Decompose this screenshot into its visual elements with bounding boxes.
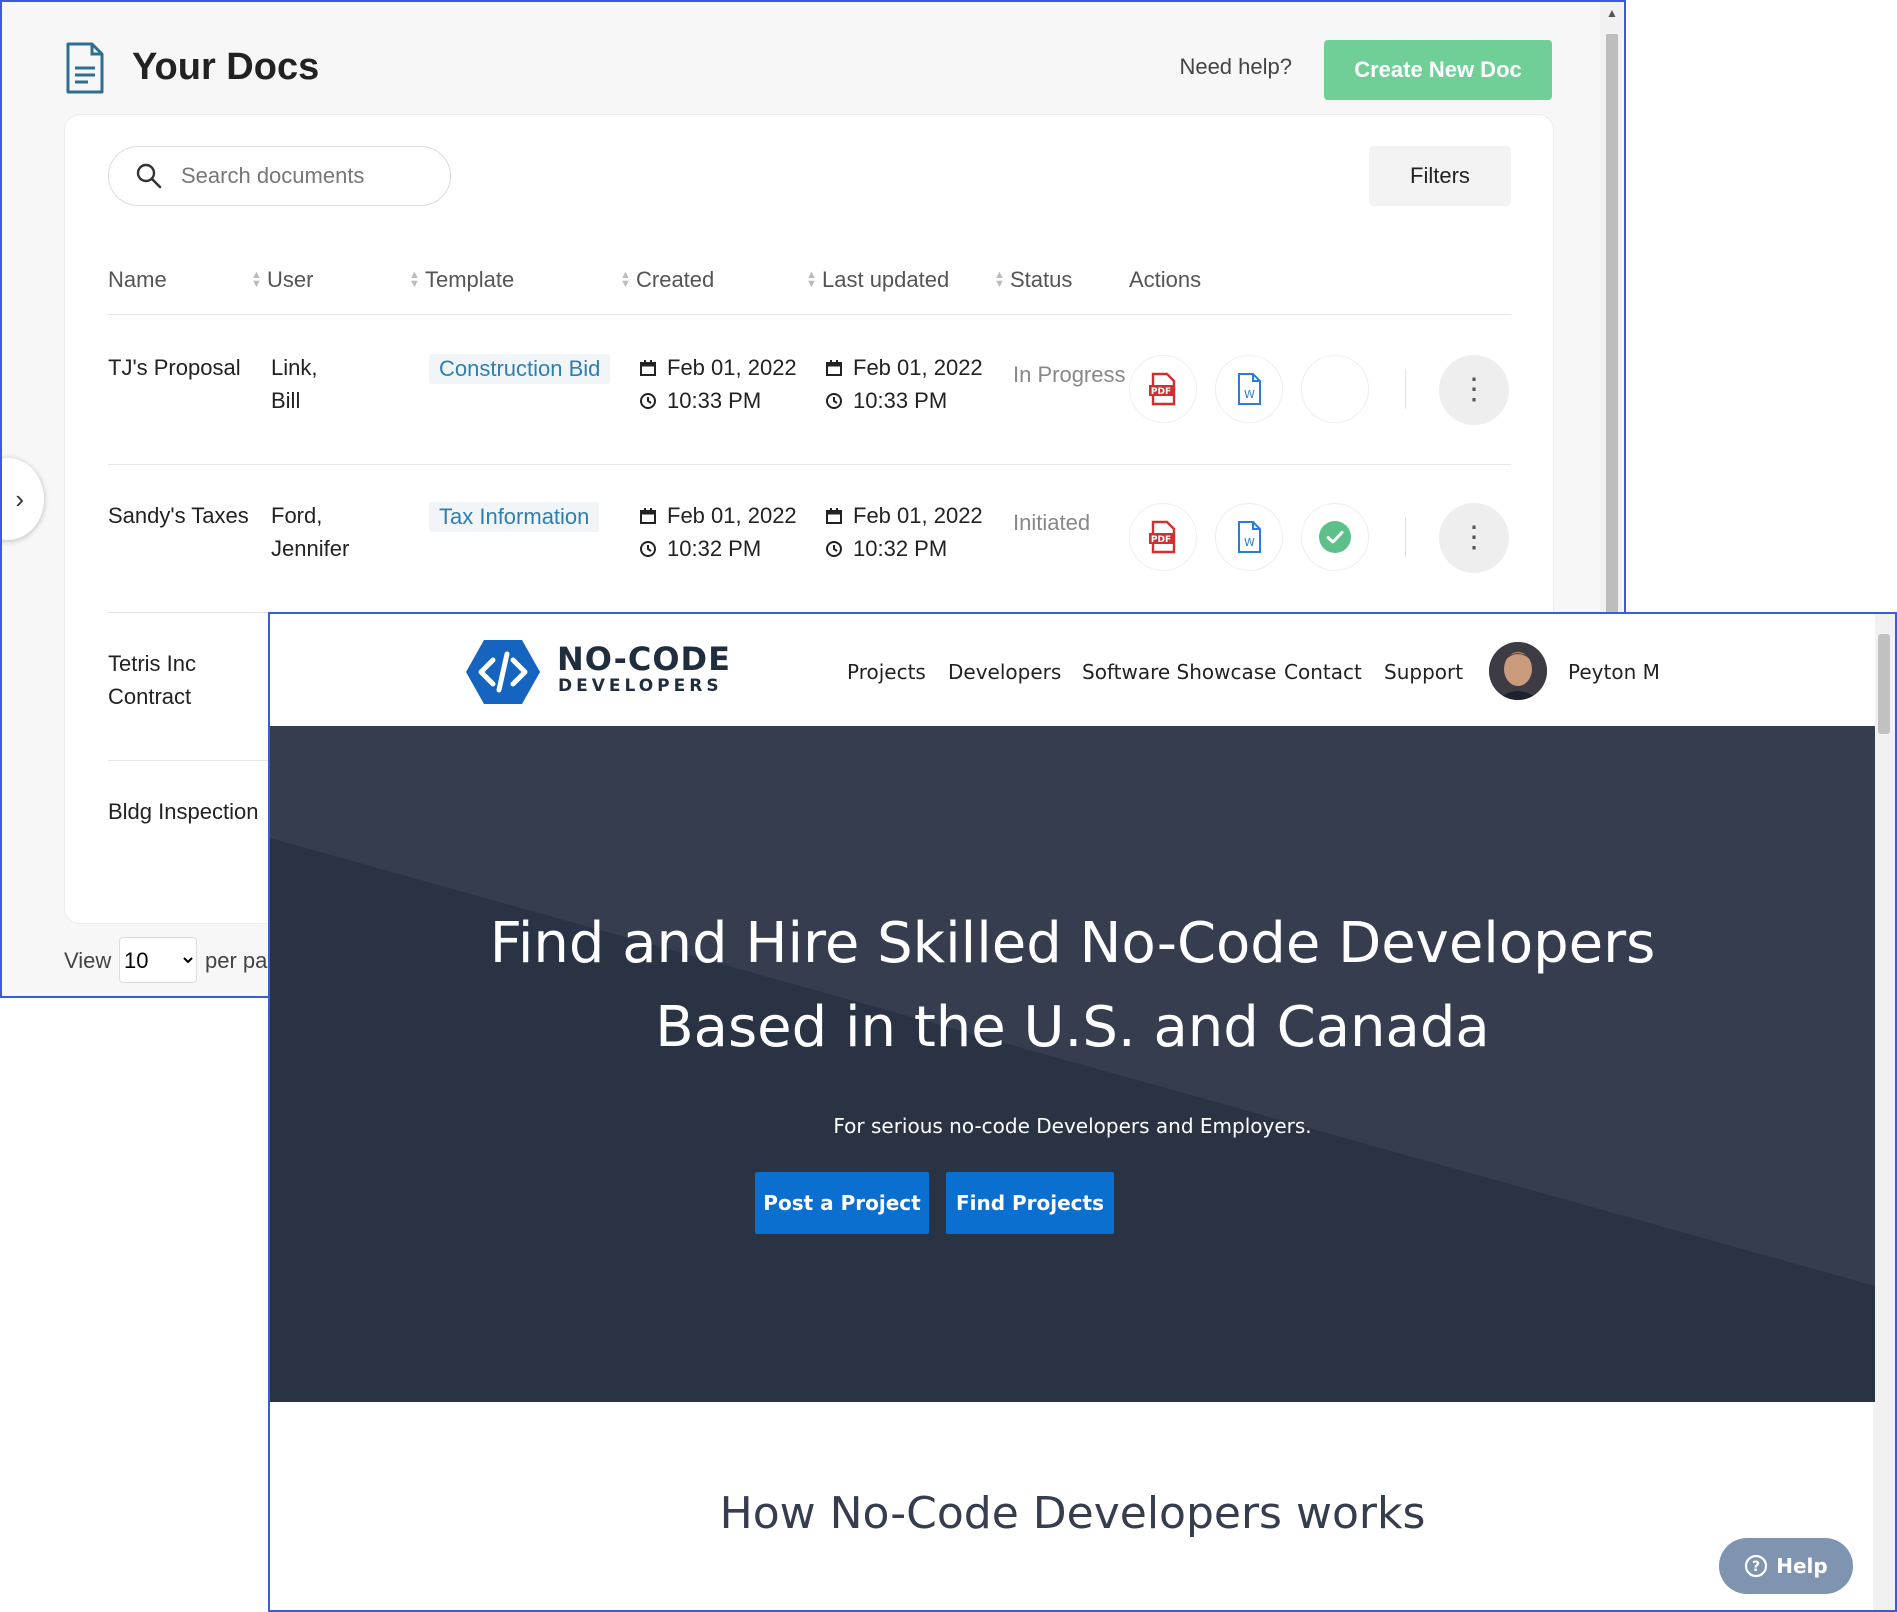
sort-icon: ▲ ▼ xyxy=(994,269,1005,290)
search-icon xyxy=(136,163,162,189)
doc-name[interactable]: TJ's Proposal xyxy=(108,351,241,384)
divider xyxy=(108,464,1511,465)
sort-icon: ▲ ▼ xyxy=(251,269,262,290)
svg-text:W: W xyxy=(1244,536,1255,549)
word-document-icon: W xyxy=(1238,373,1261,405)
kebab-menu-icon: ⋮ xyxy=(1459,521,1489,554)
divider xyxy=(1405,369,1406,409)
column-header-user[interactable]: ▲ ▼ User xyxy=(251,267,313,293)
hero-subtitle: For serious no-code Developers and Emplo… xyxy=(833,1114,1312,1138)
doc-name[interactable]: Tetris Inc Contract xyxy=(108,647,196,713)
svg-text:PDF: PDF xyxy=(1151,387,1171,397)
site-navbar: NO-CODE DEVELOPERS Projects Developers S… xyxy=(270,614,1875,726)
no-code-developers-window: NO-CODE DEVELOPERS Projects Developers S… xyxy=(268,612,1897,1612)
created-datetime: Feb 01, 2022 10:33 PM xyxy=(639,351,797,417)
calendar-icon xyxy=(826,359,842,376)
nav-link-contact[interactable]: Contact xyxy=(1284,660,1362,684)
sidebar-toggle[interactable]: › xyxy=(2,458,44,540)
column-header-name[interactable]: Name xyxy=(108,267,167,293)
avatar[interactable] xyxy=(1489,642,1547,700)
calendar-icon xyxy=(640,359,656,376)
column-header-actions: Actions xyxy=(1129,267,1202,292)
more-options-button[interactable]: ⋮ xyxy=(1439,355,1509,425)
updated-datetime: Feb 01, 2022 10:32 PM xyxy=(825,499,983,565)
status-text: Initiated xyxy=(1013,510,1091,535)
post-project-button[interactable]: Post a Project xyxy=(755,1172,929,1234)
user-avatar-image xyxy=(1489,642,1547,700)
signed-status xyxy=(1301,503,1369,571)
hero-section: Find and Hire Skilled No-Code Developers… xyxy=(270,726,1875,1402)
nav-link-developers[interactable]: Developers xyxy=(948,660,1061,684)
section-title: How No-Code Developers works xyxy=(719,1488,1426,1539)
docs-scroll-thumb[interactable] xyxy=(1606,34,1618,614)
divider xyxy=(108,314,1511,315)
doc-user: Link, Bill xyxy=(271,355,318,413)
scroll-up-icon[interactable]: ▲ xyxy=(1606,6,1618,20)
help-button[interactable]: ? Help xyxy=(1719,1538,1853,1594)
filters-button[interactable]: Filters xyxy=(1369,146,1511,206)
divider xyxy=(1405,517,1406,557)
clock-icon xyxy=(640,540,656,557)
svg-text:?: ? xyxy=(1752,1559,1760,1575)
download-pdf-button[interactable]: PDF xyxy=(1129,355,1197,423)
question-circle-icon: ? xyxy=(1745,1554,1768,1578)
column-header-last-updated[interactable]: ▲ ▼ Last updated xyxy=(806,267,949,293)
doc-user: Ford, Jennifer xyxy=(271,503,350,561)
doc-name[interactable]: Sandy's Taxes xyxy=(108,499,249,532)
kebab-menu-icon: ⋮ xyxy=(1459,373,1489,406)
download-word-button[interactable]: W xyxy=(1215,355,1283,423)
nav-link-projects[interactable]: Projects xyxy=(847,660,926,684)
status-text: In Progress xyxy=(1013,362,1126,387)
column-header-status[interactable]: ▲ ▼ Status xyxy=(994,267,1072,293)
pdf-icon: PDF xyxy=(1149,372,1176,406)
docs-header: Your Docs Need help? Create New Doc xyxy=(64,40,1552,100)
check-circle-icon xyxy=(1319,521,1351,553)
user-name[interactable]: Peyton M xyxy=(1568,660,1660,684)
search-input[interactable] xyxy=(179,162,443,190)
clock-icon xyxy=(826,540,842,557)
per-page-select[interactable]: 10 xyxy=(119,937,197,983)
code-logo-icon[interactable] xyxy=(465,638,541,706)
clock-icon xyxy=(826,392,842,409)
nav-link-support[interactable]: Support xyxy=(1384,660,1463,684)
updated-datetime: Feb 01, 2022 10:33 PM xyxy=(825,351,983,417)
word-document-icon: W xyxy=(1238,521,1261,553)
page-scroll-thumb[interactable] xyxy=(1878,634,1890,734)
created-datetime: Feb 01, 2022 10:32 PM xyxy=(639,499,797,565)
column-header-created[interactable]: ▲ ▼ Created xyxy=(620,267,714,293)
sort-icon: ▲ ▼ xyxy=(620,269,631,290)
hero-title: Find and Hire Skilled No-Code Developers… xyxy=(489,911,1656,1060)
sort-icon: ▲ ▼ xyxy=(409,269,420,290)
need-help-link[interactable]: Need help? xyxy=(1179,54,1292,80)
nav-link-software-showcase[interactable]: Software Showcase xyxy=(1082,660,1276,684)
create-new-doc-button[interactable]: Create New Doc xyxy=(1324,40,1552,100)
signature-status-placeholder xyxy=(1301,355,1369,423)
chevron-right-icon: › xyxy=(15,483,24,514)
view-label: View xyxy=(64,948,112,973)
page-scrollbar[interactable] xyxy=(1873,614,1895,1610)
svg-text:PDF: PDF xyxy=(1151,535,1171,545)
sort-icon: ▲ ▼ xyxy=(806,269,817,290)
template-tag[interactable]: Construction Bid xyxy=(429,354,611,384)
doc-name[interactable]: Bldg Inspection xyxy=(108,795,258,828)
column-header-template[interactable]: ▲ ▼ Template xyxy=(409,267,514,293)
clock-icon xyxy=(640,392,656,409)
template-tag[interactable]: Tax Information xyxy=(429,502,600,532)
pdf-icon: PDF xyxy=(1149,520,1176,554)
brand-name[interactable]: NO-CODE xyxy=(557,640,731,678)
download-word-button[interactable]: W xyxy=(1215,503,1283,571)
more-options-button[interactable]: ⋮ xyxy=(1439,503,1509,573)
download-pdf-button[interactable]: PDF xyxy=(1129,503,1197,571)
calendar-icon xyxy=(826,507,842,524)
page-title: Your Docs xyxy=(132,46,320,88)
svg-text:W: W xyxy=(1244,388,1255,401)
calendar-icon xyxy=(640,507,656,524)
find-projects-button[interactable]: Find Projects xyxy=(946,1172,1114,1234)
document-icon xyxy=(66,42,104,94)
brand-subname[interactable]: DEVELOPERS xyxy=(558,676,723,696)
search-box[interactable] xyxy=(108,146,451,206)
